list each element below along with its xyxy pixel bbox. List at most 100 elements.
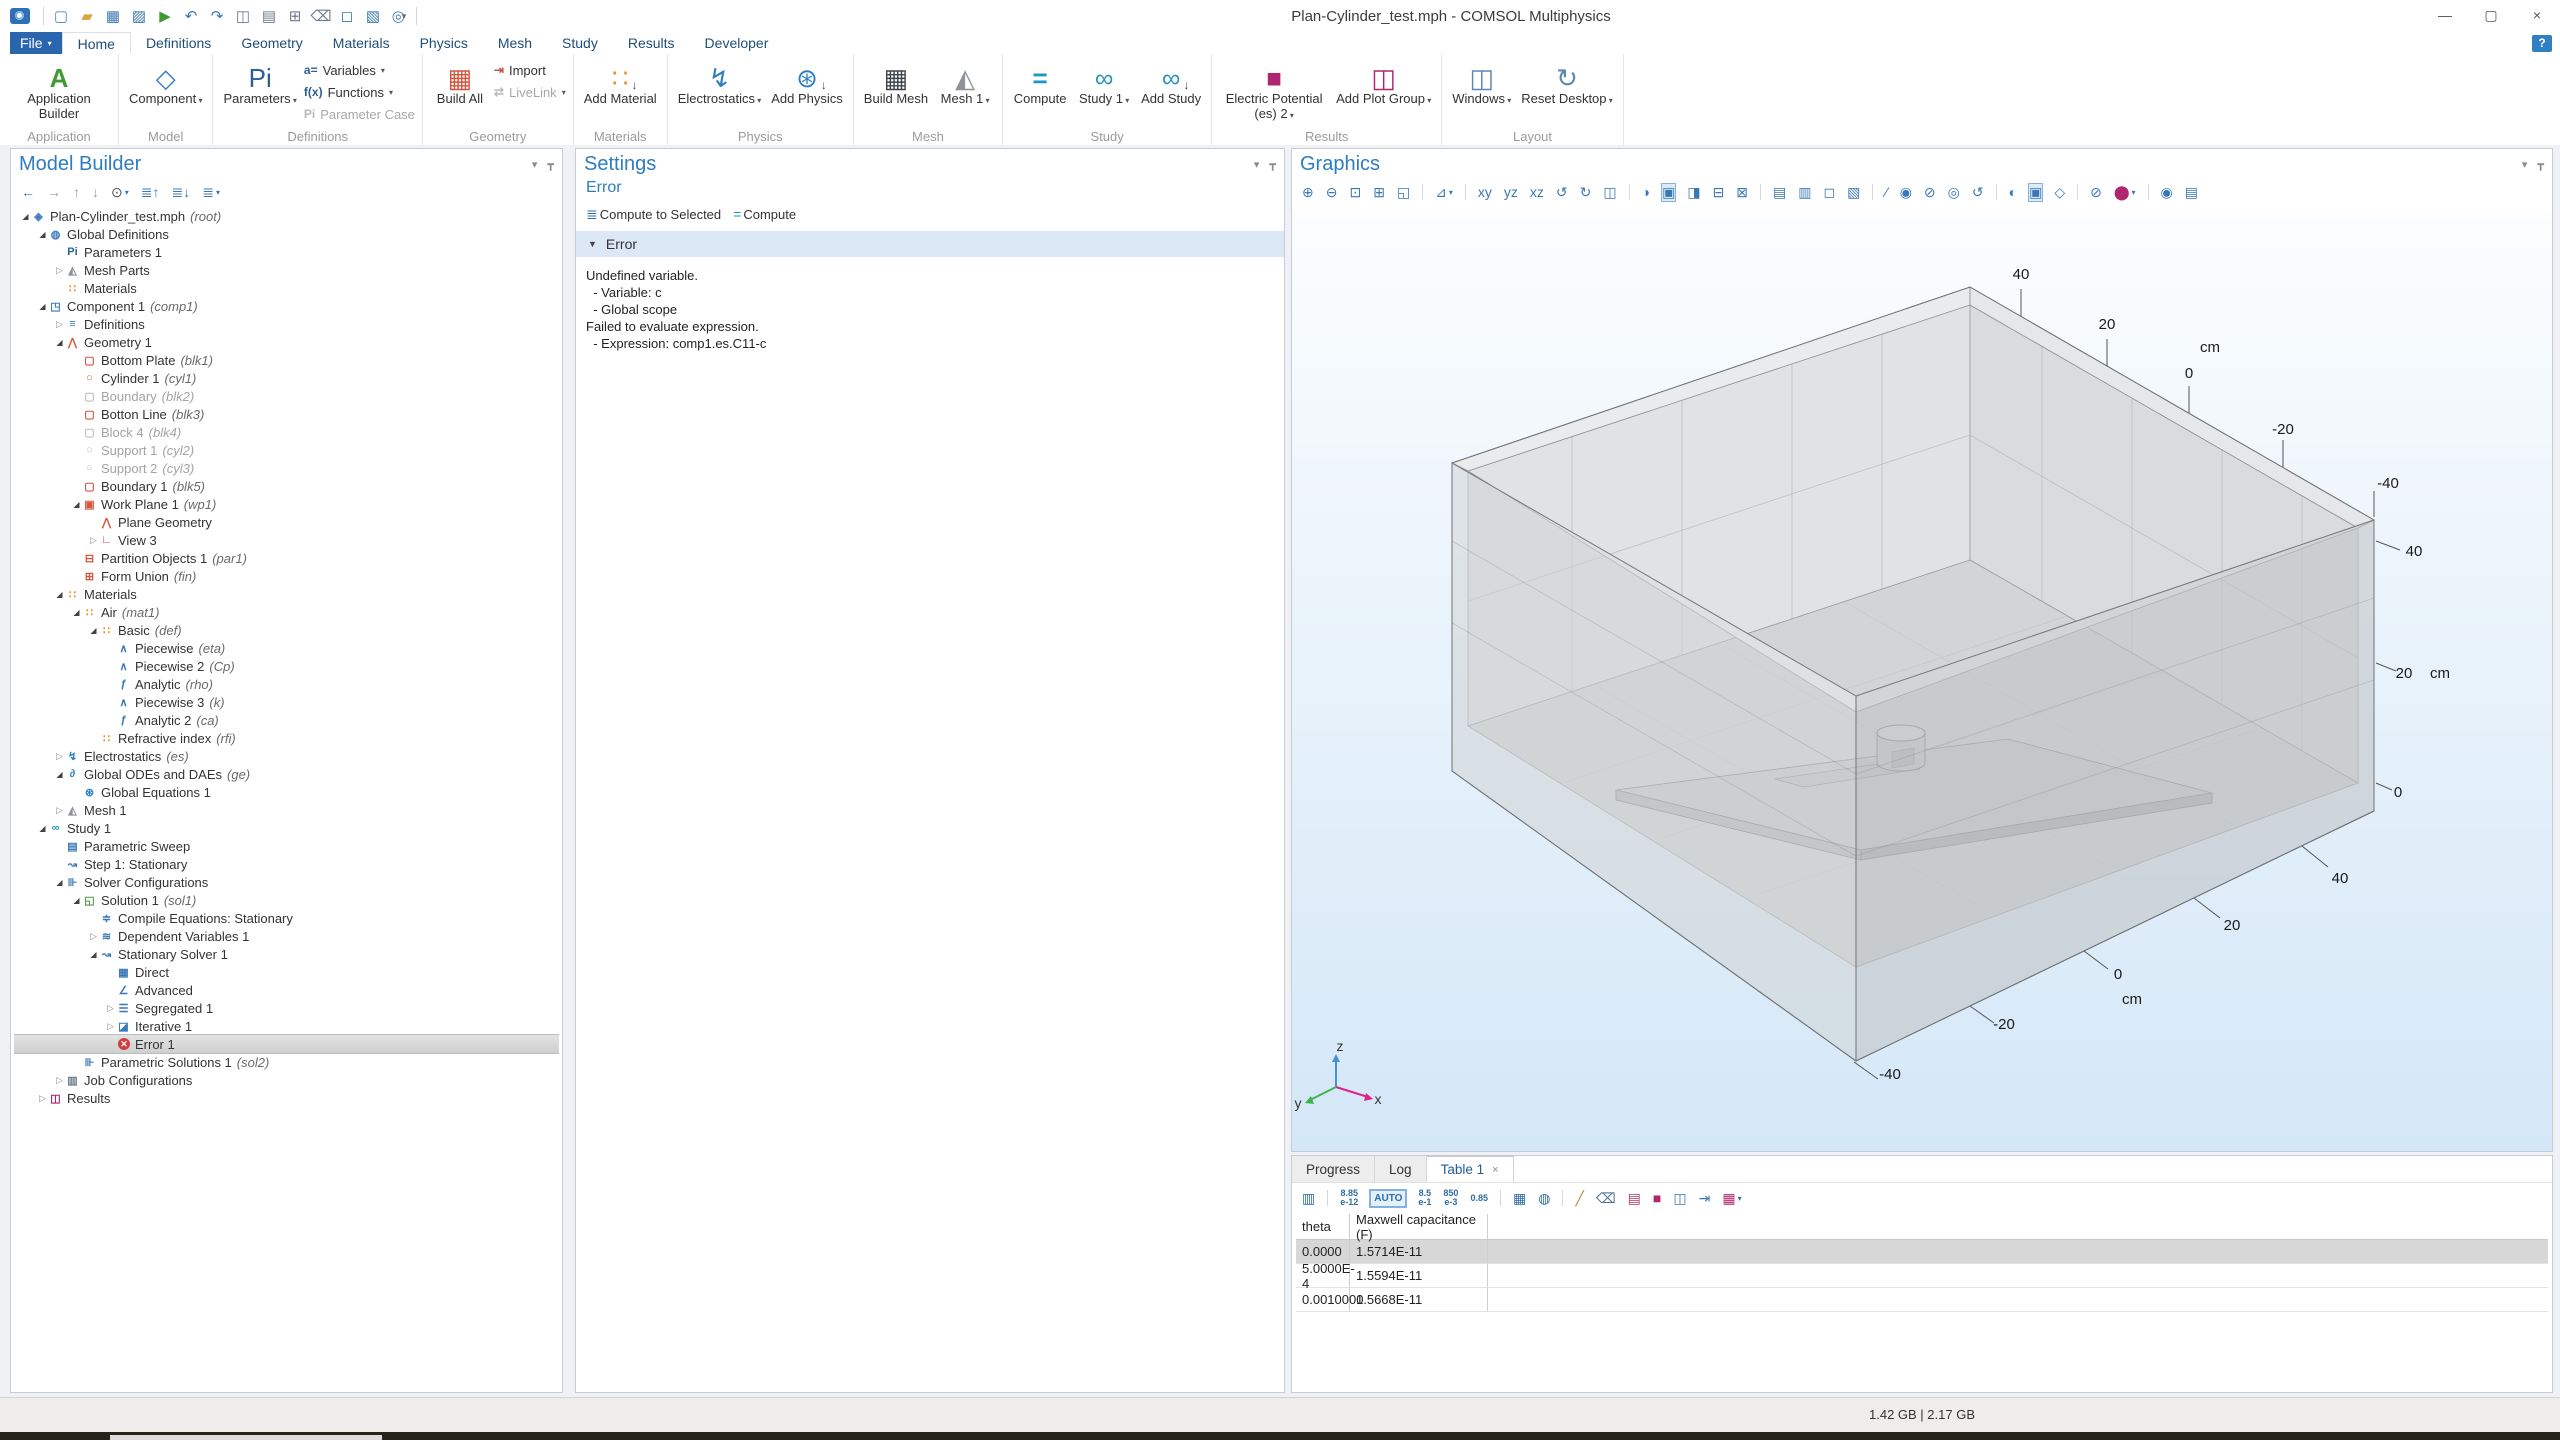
automatic-notation-button[interactable]: AUTO xyxy=(1370,1190,1406,1207)
reset-hiding-button[interactable]: ↺ xyxy=(1972,184,1984,201)
tree-item-form-union[interactable]: ⊞Form Union(fin) xyxy=(14,567,559,585)
tab-materials[interactable]: Materials xyxy=(318,32,405,54)
tree-item-global-equations-1[interactable]: ⊛Global Equations 1 xyxy=(14,783,559,801)
pin-icon[interactable]: ┳ xyxy=(547,158,554,171)
spherical-display-button[interactable]: ◍ xyxy=(1538,1190,1550,1207)
paste-button[interactable]: ▤ xyxy=(257,4,281,28)
table-settings-button[interactable]: ▦▾ xyxy=(1722,1190,1741,1207)
tree-item-electrostatics[interactable]: ▷↯Electrostatics(es) xyxy=(14,747,559,765)
pin-icon[interactable]: ┳ xyxy=(1269,158,1276,171)
tab-log[interactable]: Log xyxy=(1375,1156,1427,1182)
organize-table-button[interactable]: ▤ xyxy=(1628,1190,1641,1207)
projection-button[interactable]: ◫ xyxy=(1603,184,1616,201)
disable-clipping-button[interactable]: ⊠ xyxy=(1736,184,1748,201)
collapsed-arrow-icon[interactable]: ▷ xyxy=(54,265,65,276)
collapsed-arrow-icon[interactable]: ▷ xyxy=(54,751,65,762)
zoom-in-button[interactable]: ⊕ xyxy=(1302,184,1314,201)
tree-item-compile-equations-stationary[interactable]: ≑Compile Equations: Stationary xyxy=(14,909,559,927)
delete-button[interactable]: ⌫ xyxy=(309,4,333,28)
wireframe-button[interactable]: ◇ xyxy=(2054,184,2065,201)
transparency-toggle-button[interactable]: ▣ xyxy=(2029,184,2042,201)
expanded-arrow-icon[interactable]: ◢ xyxy=(37,230,48,239)
close-button[interactable]: × xyxy=(2514,0,2560,30)
tree-item-analytic[interactable]: ƒAnalytic(rho) xyxy=(14,675,559,693)
study-1-button[interactable]: ∞Study 1 ▾ xyxy=(1074,57,1134,109)
view-xy-button[interactable]: xy xyxy=(1478,184,1492,200)
tree-item-study-1[interactable]: ◢∞Study 1 xyxy=(14,819,559,837)
variables-button[interactable]: a=Variables▾ xyxy=(304,61,415,79)
add-material-button[interactable]: ∷↓Add Material xyxy=(581,57,660,109)
tree-item-analytic-2[interactable]: ƒAnalytic 2(ca) xyxy=(14,711,559,729)
full-precision-button[interactable]: 8.85e-12 xyxy=(1340,1189,1358,1207)
collapsed-arrow-icon[interactable]: ▷ xyxy=(88,931,99,942)
tab-geometry[interactable]: Geometry xyxy=(226,32,317,54)
duplicate-button[interactable]: ⊞ xyxy=(283,4,307,28)
component-button[interactable]: ◇Component ▾ xyxy=(126,57,205,109)
collapsed-arrow-icon[interactable]: ▷ xyxy=(105,1003,116,1014)
expanded-arrow-icon[interactable]: ◢ xyxy=(88,626,99,635)
collapse-all-button[interactable]: ≣↓ xyxy=(171,184,190,201)
tree-item-advanced[interactable]: ∠Advanced xyxy=(14,981,559,999)
build-mesh-button[interactable]: ▦Build Mesh xyxy=(861,57,931,109)
table-display-button[interactable]: ▦ xyxy=(1513,1190,1526,1207)
undo-button[interactable]: ↶ xyxy=(179,4,203,28)
expanded-arrow-icon[interactable]: ◢ xyxy=(88,950,99,959)
parameter-case-button[interactable]: PiParameter Case xyxy=(304,105,415,123)
collapsed-arrow-icon[interactable]: ▷ xyxy=(37,1093,48,1104)
tree-item-piecewise-3[interactable]: ∧Piecewise 3(k) xyxy=(14,693,559,711)
pin-icon[interactable]: ┳ xyxy=(2537,158,2544,171)
select-box-button[interactable]: ◻ xyxy=(335,4,359,28)
hide-geometry-button[interactable]: ⊘ xyxy=(2090,184,2102,201)
hide-selected-button[interactable]: ⊘ xyxy=(1924,184,1936,201)
file-menu-button[interactable]: File ▾ xyxy=(10,32,62,54)
expanded-arrow-icon[interactable]: ◢ xyxy=(71,896,82,905)
show-options-button[interactable]: ⊙▾ xyxy=(111,184,129,201)
column-header-theta[interactable]: theta xyxy=(1296,1214,1350,1239)
add-image-button[interactable]: ▤ xyxy=(1773,184,1786,201)
show-selection-button[interactable]: ◎ xyxy=(1948,184,1960,201)
snapshot-camera-button[interactable]: ◉ xyxy=(2161,184,2173,201)
tree-item-cylinder-1[interactable]: ○Cylinder 1(cyl1) xyxy=(14,369,559,387)
zoom-box-button[interactable]: ⊡ xyxy=(1349,184,1361,201)
tree-item-component-1[interactable]: ◢◳Component 1(comp1) xyxy=(14,297,559,315)
minimize-button[interactable]: — xyxy=(2422,0,2468,30)
expanded-arrow-icon[interactable]: ◢ xyxy=(54,770,65,779)
table-row[interactable]: 0.00001.5714E-11 xyxy=(1296,1240,2548,1264)
compute-button[interactable]: =Compute xyxy=(1010,57,1070,109)
tree-item-boundary-1[interactable]: ▢Boundary 1(blk5) xyxy=(14,477,559,495)
tree-item-piecewise-2[interactable]: ∧Piecewise 2(Cp) xyxy=(14,657,559,675)
scientific-notation-button[interactable]: 8.5e-1 xyxy=(1418,1189,1431,1207)
find-button[interactable]: ◎▾ xyxy=(387,4,411,28)
tree-item-materials[interactable]: ◢∷Materials xyxy=(14,585,559,603)
tree-item-definitions[interactable]: ▷≡Definitions xyxy=(14,315,559,333)
tree-item-bottom-plate[interactable]: ▢Bottom Plate(blk1) xyxy=(14,351,559,369)
clip-plane-button[interactable]: ⊟ xyxy=(1713,184,1725,201)
plot-table-button[interactable]: ■ xyxy=(1653,1190,1661,1206)
tab-home[interactable]: Home xyxy=(62,32,131,54)
tab-progress[interactable]: Progress xyxy=(1292,1156,1375,1182)
expanded-arrow-icon[interactable]: ◢ xyxy=(54,878,65,887)
print-button[interactable]: ▤ xyxy=(2185,184,2198,201)
add-physics-button[interactable]: ⊛↓Add Physics xyxy=(768,57,846,109)
expanded-arrow-icon[interactable]: ◢ xyxy=(71,500,82,509)
node-text-button[interactable]: ≣▾ xyxy=(202,184,220,201)
tab-study[interactable]: Study xyxy=(547,32,613,54)
compute-button[interactable]: = Compute xyxy=(733,206,796,222)
save-as-button[interactable]: ▨ xyxy=(127,4,151,28)
select-frame-button[interactable]: ◻ xyxy=(1824,184,1836,201)
expanded-arrow-icon[interactable]: ◢ xyxy=(71,608,82,617)
tab-mesh[interactable]: Mesh xyxy=(483,32,547,54)
tree-item-refractive-index[interactable]: ∷Refractive index(rfi) xyxy=(14,729,559,747)
collapsed-arrow-icon[interactable]: ▷ xyxy=(88,535,99,546)
color-palette-button[interactable]: ⬤▾ xyxy=(2114,184,2136,201)
engineering-notation-button[interactable]: 850e-3 xyxy=(1443,1189,1458,1207)
parameters-button[interactable]: PiParameters ▾ xyxy=(220,57,299,109)
zoom-selected-button[interactable]: ◱ xyxy=(1397,184,1410,201)
build-all-button[interactable]: ▦Build All xyxy=(430,57,490,109)
rotate-clockwise-button[interactable]: ↻ xyxy=(1580,184,1592,201)
decimal-notation-button[interactable]: 0.85 xyxy=(1470,1194,1488,1203)
restore-button[interactable]: ▢ xyxy=(2468,0,2514,30)
tree-item-error-1[interactable]: ✕Error 1 xyxy=(14,1035,559,1053)
clear-frame-button[interactable]: ▧ xyxy=(1847,184,1860,201)
tree-item-air[interactable]: ◢∷Air(mat1) xyxy=(14,603,559,621)
